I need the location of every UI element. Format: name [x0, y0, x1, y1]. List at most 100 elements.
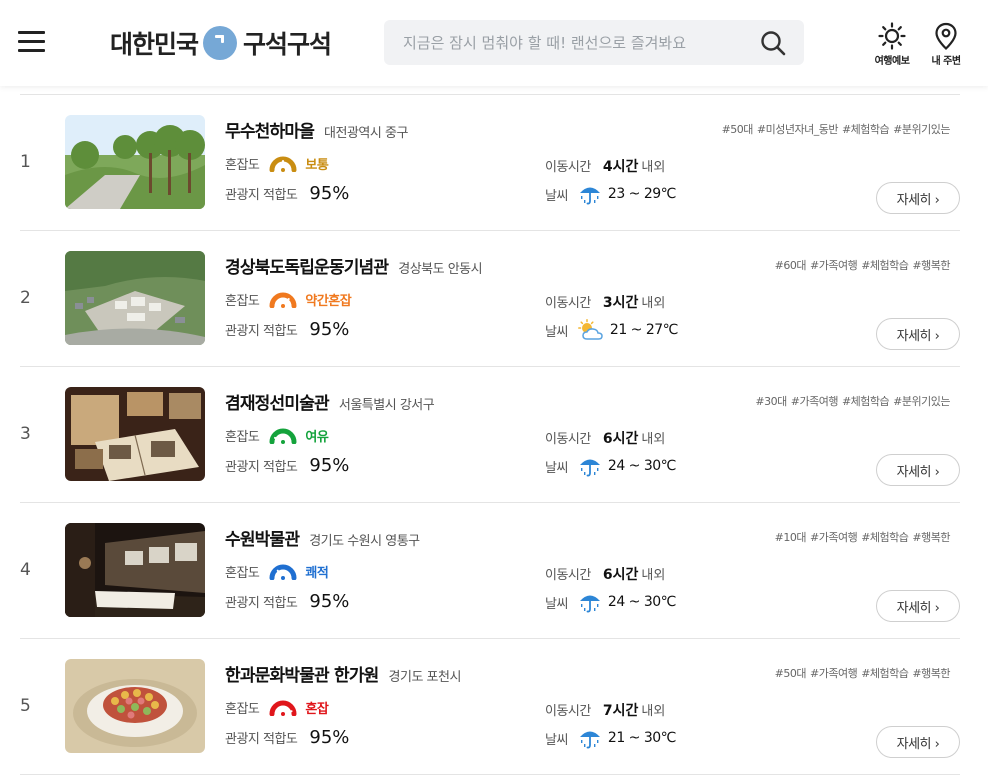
travel-label: 이동시간: [545, 568, 591, 583]
hashtags: #50대 #가족여행 #체험학습 #행복한: [771, 665, 951, 681]
suitability: 관광지 적합도 95%: [225, 455, 349, 476]
detail-button[interactable]: 자세히 ›: [876, 454, 960, 486]
travel-time: 이동시간 4시간 내외: [545, 156, 665, 176]
hashtag[interactable]: #행복한: [912, 531, 950, 544]
travel-hours: 6시간: [602, 567, 639, 583]
rank-number: 3: [20, 424, 31, 444]
umbrella-icon: [579, 731, 600, 749]
fit-label: 관광지 적합도: [225, 732, 298, 747]
place-name[interactable]: 무수천하마을: [225, 117, 315, 142]
crowd-label: 혼잡도: [225, 294, 260, 309]
suitability: 관광지 적합도 95%: [225, 319, 349, 340]
crowd-status: 쾌적: [305, 566, 329, 581]
place-thumbnail[interactable]: [65, 251, 205, 345]
umbrella-icon: [579, 459, 600, 477]
travel-unit: 내외: [641, 704, 666, 719]
hashtag[interactable]: #체험학습: [861, 259, 909, 272]
gauge-icon: [269, 292, 297, 308]
weather-label: 날씨: [545, 188, 568, 204]
travel-unit: 내외: [641, 160, 666, 175]
nearby-label: 내 주변: [931, 56, 961, 67]
hashtag[interactable]: #체험학습: [842, 123, 890, 136]
rank-number: 2: [20, 288, 31, 308]
header: 대한민국 구석구석 여행예보 내 주변: [0, 0, 988, 86]
gauge-icon: [269, 700, 297, 716]
weather-label: 날씨: [545, 596, 568, 612]
detail-button[interactable]: 자세히 ›: [876, 318, 960, 350]
hashtag[interactable]: #가족여행: [810, 259, 858, 272]
temperature: 24 ~ 30℃: [607, 594, 676, 610]
crowd-label: 혼잡도: [225, 430, 260, 445]
menu-icon[interactable]: [18, 28, 46, 56]
place-name[interactable]: 한과문화박물관 한가원: [225, 661, 379, 686]
place-thumbnail[interactable]: [65, 387, 205, 481]
search-input[interactable]: [384, 20, 744, 65]
hashtag[interactable]: #가족여행: [810, 531, 858, 544]
forecast-button[interactable]: 여행예보: [867, 22, 917, 68]
suitability: 관광지 적합도 95%: [225, 591, 349, 612]
travel-label: 이동시간: [545, 160, 591, 175]
hashtag[interactable]: #행복한: [912, 259, 950, 272]
rank-number: 1: [20, 152, 31, 172]
partly-cloudy-icon: [577, 319, 603, 340]
travel-time: 이동시간 6시간 내외: [545, 564, 665, 584]
hashtags: #30대 #가족여행 #체험학습 #분위기있는: [751, 393, 950, 409]
crowd-label: 혼잡도: [225, 702, 260, 717]
hashtag[interactable]: #행복한: [912, 667, 950, 680]
search-icon[interactable]: [760, 30, 786, 56]
destination-list: 1 무수천하마을 대전광역시 중구 #50대 #미성년자녀_동반 #체험학습 #분위기…: [20, 94, 960, 775]
gauge-icon: [269, 156, 297, 172]
rank-number: 5: [20, 696, 31, 716]
hashtag[interactable]: #체험학습: [861, 531, 909, 544]
travel-unit: 내외: [641, 296, 666, 311]
fit-value: 95%: [309, 183, 350, 204]
hashtag[interactable]: #분위기있는: [893, 123, 950, 136]
detail-button[interactable]: 자세히 ›: [876, 726, 960, 758]
logo[interactable]: 대한민국 구석구석: [110, 24, 332, 62]
crowd-status: 보통: [305, 158, 329, 173]
place-region: 경상북도 안동시: [398, 262, 483, 277]
hashtag[interactable]: #30대: [755, 395, 787, 408]
place-region: 경기도 포천시: [388, 670, 462, 685]
hashtag[interactable]: #분위기있는: [893, 395, 950, 408]
place-region: 서울특별시 강서구: [338, 398, 435, 413]
hashtag[interactable]: #50대: [722, 123, 754, 136]
hashtag[interactable]: #50대: [775, 667, 807, 680]
fit-value: 95%: [309, 591, 350, 612]
weather: 날씨 23 ~ 29℃: [545, 183, 676, 205]
place-thumbnail[interactable]: [65, 659, 205, 753]
hashtag[interactable]: #체험학습: [861, 667, 909, 680]
hashtags: #50대 #미성년자녀_동반 #체험학습 #분위기있는: [718, 121, 951, 137]
weather-label: 날씨: [545, 460, 568, 476]
place-name[interactable]: 겸재정선미술관: [225, 389, 330, 414]
detail-button[interactable]: 자세히 ›: [876, 590, 960, 622]
detail-button[interactable]: 자세히 ›: [876, 182, 960, 214]
travel-label: 이동시간: [545, 704, 591, 719]
temperature: 21 ~ 27℃: [609, 322, 678, 338]
nearby-button[interactable]: 내 주변: [921, 22, 971, 68]
fit-value: 95%: [309, 319, 350, 340]
hashtag[interactable]: #가족여행: [791, 395, 839, 408]
place-thumbnail[interactable]: [65, 115, 205, 209]
place-name[interactable]: 수원박물관: [225, 525, 300, 550]
hashtag[interactable]: #10대: [775, 531, 807, 544]
weather-label: 날씨: [545, 324, 568, 340]
place-region: 경기도 수원시 영통구: [309, 534, 420, 549]
logo-text-left: 대한민국: [110, 30, 199, 59]
travel-time: 이동시간 3시간 내외: [545, 292, 665, 312]
temperature: 21 ~ 30℃: [607, 730, 676, 746]
fit-label: 관광지 적합도: [225, 460, 298, 475]
travel-hours: 7시간: [602, 703, 639, 719]
hashtags: #10대 #가족여행 #체험학습 #행복한: [771, 529, 951, 545]
crowd-label: 혼잡도: [225, 158, 260, 173]
hashtag[interactable]: #체험학습: [842, 395, 890, 408]
hashtag[interactable]: #60대: [775, 259, 807, 272]
travel-hours: 3시간: [602, 295, 639, 311]
travel-hours: 6시간: [602, 431, 639, 447]
hashtag[interactable]: #미성년자녀_동반: [757, 123, 839, 136]
place-name[interactable]: 경상북도독립운동기념관: [225, 253, 389, 278]
hashtag[interactable]: #가족여행: [810, 667, 858, 680]
search-bar: [384, 20, 804, 65]
place-thumbnail[interactable]: [65, 523, 205, 617]
crowd-level: 혼잡도 약간혼잡: [225, 290, 352, 309]
